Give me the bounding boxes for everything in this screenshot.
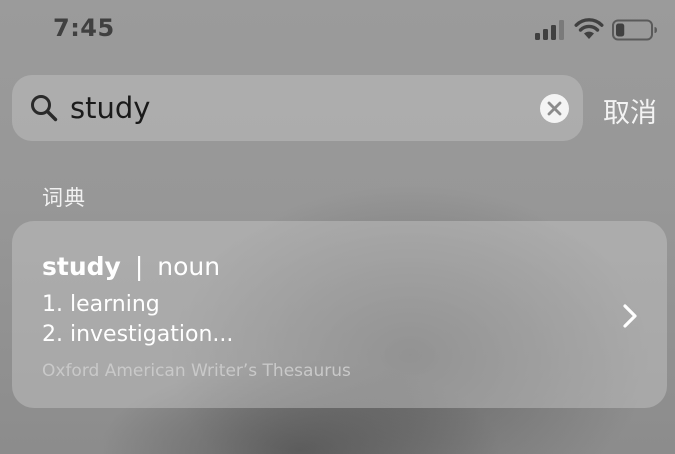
battery-icon: [612, 19, 657, 41]
chevron-right-icon: [623, 304, 637, 328]
wifi-icon: [574, 18, 604, 39]
search-icon: [31, 95, 58, 122]
cancel-button[interactable]: 取消: [603, 91, 657, 130]
entry-title: study | noun: [42, 252, 220, 281]
clear-icon: [547, 101, 562, 116]
entry-definition: 2. investigation...: [42, 322, 234, 347]
section-header-dictionary: 词典: [42, 186, 86, 210]
search-input[interactable]: [70, 87, 520, 129]
entry-separator: |: [134, 252, 144, 281]
signal-icon: [535, 20, 564, 40]
dictionary-result-card[interactable]: study | noun 1. learning 2. investigation.…: [12, 221, 667, 408]
entry-part-of-speech: noun: [157, 252, 221, 281]
entry-word: study: [42, 252, 121, 281]
status-bar: 7:45: [0, 0, 675, 62]
entry-source: Oxford American Writer’s Thesaurus: [42, 361, 351, 381]
status-time: 7:45: [53, 14, 115, 42]
search-bar[interactable]: [12, 75, 583, 141]
clear-search-button[interactable]: [540, 94, 569, 123]
entry-definition: 1. learning: [42, 292, 160, 317]
